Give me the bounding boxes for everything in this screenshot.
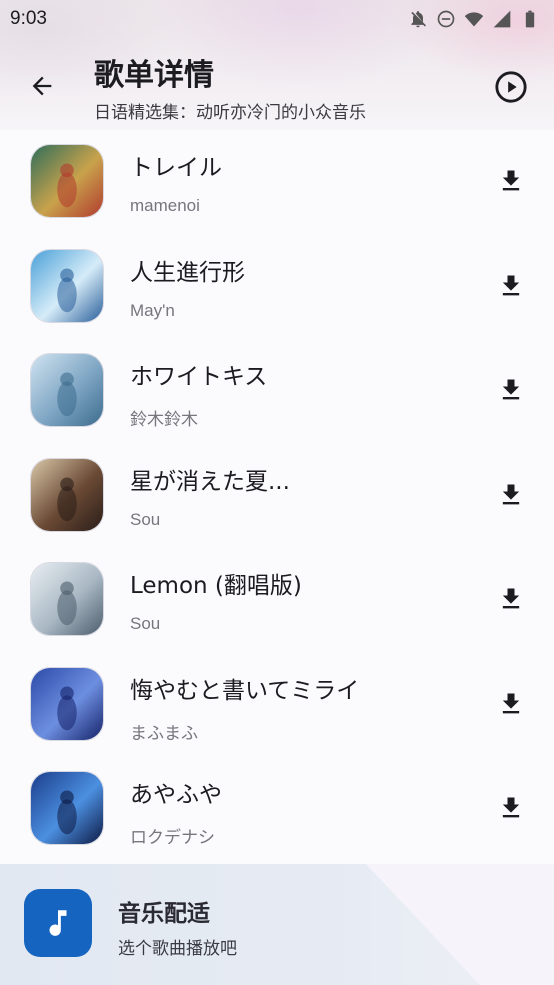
song-artist: 鈴木鈴木	[130, 410, 198, 429]
download-button[interactable]	[494, 164, 528, 198]
status-bar: 9:03	[0, 0, 554, 38]
player-title: 音乐配适	[118, 901, 210, 927]
download-icon	[502, 693, 520, 713]
album-cover	[30, 248, 104, 323]
back-button[interactable]	[22, 66, 62, 106]
download-button[interactable]	[494, 687, 528, 721]
song-title: 悔やむと書いてミライ	[130, 677, 360, 704]
status-time: 9:03	[10, 8, 47, 29]
song-row[interactable]: ホワイトキス鈴木鈴木	[0, 345, 554, 449]
play-circle-icon	[495, 71, 527, 103]
app-bar: 歌单详情 日语精选集：动听亦冷门的小众音乐	[0, 44, 554, 124]
download-icon	[502, 379, 520, 400]
song-row[interactable]: あやふや ロクデナシ	[0, 763, 554, 864]
album-cover	[30, 771, 104, 845]
song-title: ホワイトキス	[130, 364, 268, 390]
song-list: トレイル mamenoi 人生進行形 May'n ホワイトキス鈴木鈴木星が消えた夏...…	[0, 130, 554, 864]
song-title: Lemon (翻唱版)	[130, 573, 302, 599]
music-note-icon	[49, 910, 67, 936]
battery-icon	[525, 10, 535, 28]
mini-player[interactable]: 音乐配适 选个歌曲播放吧	[0, 864, 554, 985]
download-button[interactable]	[494, 269, 528, 303]
download-button[interactable]	[494, 373, 528, 407]
album-cover	[30, 666, 104, 741]
song-artist: Sou	[130, 614, 161, 633]
page-title: 歌单详情	[94, 58, 214, 93]
cellular-icon	[493, 10, 511, 28]
download-button[interactable]	[494, 791, 528, 825]
download-icon	[502, 797, 520, 818]
song-artist: Sou	[130, 509, 161, 529]
status-icons	[408, 9, 540, 29]
notifications-off-icon	[411, 11, 426, 28]
song-row[interactable]: 人生進行形 May'n	[0, 241, 554, 345]
player-artwork	[24, 889, 92, 957]
album-cover	[30, 562, 104, 636]
song-title: 人生進行形	[130, 259, 245, 286]
song-artist: May'n	[130, 300, 175, 320]
wifi-icon	[464, 12, 484, 27]
song-title: 星が消えた夏...	[130, 468, 290, 495]
album-cover	[30, 457, 104, 532]
download-icon	[502, 275, 520, 295]
song-artist: まふまふ	[130, 723, 198, 743]
song-artist: mamenoi	[130, 196, 200, 215]
download-icon	[502, 484, 520, 504]
song-row[interactable]: 悔やむと書いてミライまふまふ	[0, 659, 554, 763]
song-title: あやふや	[130, 782, 222, 808]
album-cover	[30, 353, 104, 427]
album-cover	[30, 144, 104, 218]
page-subtitle: 日语精选集：动听亦冷门的小众音乐	[94, 103, 366, 123]
play-all-button[interactable]	[492, 68, 530, 106]
song-title: トレイル	[130, 155, 222, 181]
song-row[interactable]: 星が消えた夏... Sou	[0, 450, 554, 554]
arrow-back-icon	[32, 76, 52, 96]
do-not-disturb-icon	[437, 10, 455, 28]
download-button[interactable]	[494, 478, 528, 512]
song-artist: ロクデナシ	[130, 828, 215, 847]
song-row[interactable]: トレイル mamenoi	[0, 136, 554, 240]
player-subtitle: 选个歌曲播放吧	[118, 939, 237, 959]
download-icon	[502, 588, 520, 609]
download-icon	[502, 170, 520, 191]
song-row[interactable]: Lemon (翻唱版) Sou	[0, 554, 554, 658]
download-button[interactable]	[494, 582, 528, 616]
